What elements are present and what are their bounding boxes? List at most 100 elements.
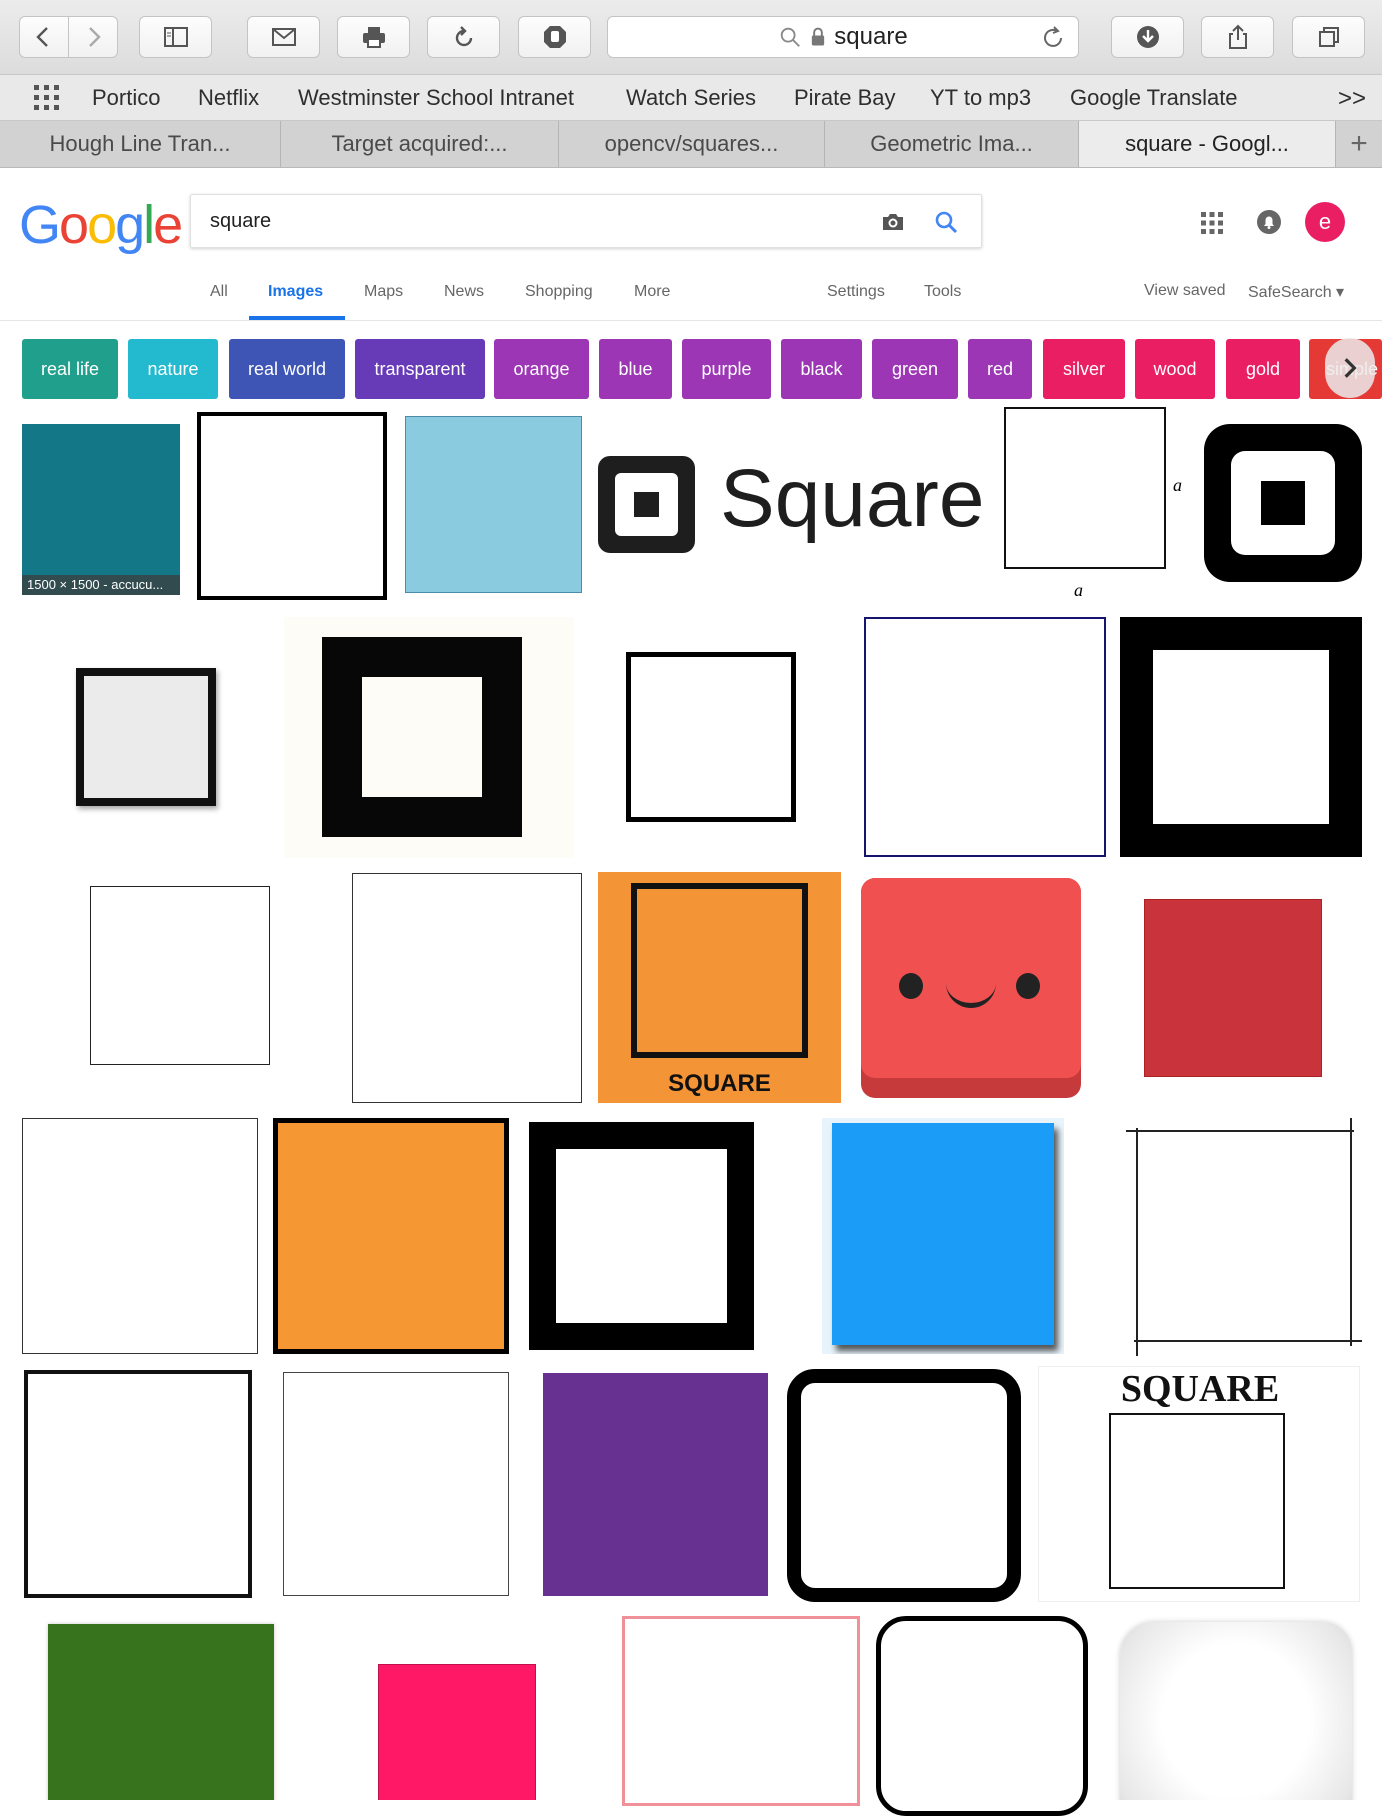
image-result[interactable] [864,617,1106,857]
bookmark-pirate-bay[interactable]: Pirate Bay [794,85,896,111]
hand-stop-icon [543,26,566,48]
image-result[interactable] [529,1122,754,1350]
tab-hough-line[interactable]: Hough Line Tran... [0,121,281,167]
bookmarks-overflow[interactable]: >> [1338,85,1366,113]
download-icon [1136,26,1159,48]
tab-geometric-image[interactable]: Geometric Ima... [825,121,1079,167]
image-result[interactable] [283,1372,509,1596]
image-result[interactable] [352,873,582,1103]
nav-settings[interactable]: Settings [827,283,885,301]
notifications-icon[interactable] [1256,209,1282,235]
chip[interactable]: silver [1043,339,1125,399]
image-result[interactable] [90,886,270,1065]
sidebar-button[interactable] [139,16,212,58]
view-saved-link[interactable]: View saved [1144,282,1226,300]
bookmark-google-translate[interactable]: Google Translate [1070,85,1238,111]
image-result[interactable] [622,1616,860,1806]
tab-opencv-squares[interactable]: opencv/squares... [559,121,825,167]
reload-history-button[interactable] [427,16,500,58]
image-result[interactable] [76,668,216,806]
reload-icon[interactable] [1040,25,1066,51]
bookmark-yt-to-mp3[interactable]: YT to mp3 [930,85,1031,111]
avatar[interactable]: e [1305,202,1345,242]
bookmark-westminster[interactable]: Westminster School Intranet [298,85,574,111]
search-icon[interactable] [933,209,959,235]
image-result[interactable]: Square [594,412,994,600]
nav-all[interactable]: All [210,283,228,301]
image-result[interactable] [320,1616,600,1800]
share-button[interactable] [1201,16,1274,58]
bookmark-netflix[interactable]: Netflix [198,85,259,111]
image-result[interactable] [822,1118,1064,1354]
tab-square-google[interactable]: square - Googl... [1079,121,1336,167]
bookmarks-bar: Portico Netflix Westminster School Intra… [0,75,1382,121]
chip-label: real world [247,358,327,379]
image-result[interactable] [876,1616,1088,1816]
tab-overview-button[interactable] [1292,16,1365,58]
forward-button[interactable] [68,16,118,58]
image-result[interactable] [1112,1616,1362,1800]
image-result[interactable] [626,652,796,822]
nav-images[interactable]: Images [268,283,323,301]
image-result[interactable]: SQUARE [1038,1366,1360,1602]
address-bar[interactable]: square [607,16,1079,58]
image-result[interactable] [26,1616,296,1800]
chip[interactable]: real world [229,339,345,399]
chip[interactable]: nature [128,339,218,399]
google-logo[interactable]: Google [19,194,183,256]
search-input[interactable]: square [210,210,271,233]
chip[interactable]: transparent [355,339,485,399]
image-result[interactable] [1144,899,1322,1077]
search-box[interactable]: square [190,194,982,248]
image-result[interactable] [1122,1116,1362,1356]
chip-label: red [986,358,1013,379]
downloads-button[interactable] [1111,16,1184,58]
pillow [1120,1622,1352,1800]
chip[interactable]: red [968,339,1032,399]
image-result[interactable] [787,1369,1021,1602]
chip[interactable]: green [872,339,958,399]
back-button[interactable] [19,16,69,58]
nav-maps[interactable]: Maps [364,283,403,301]
chip[interactable]: orange [494,339,589,399]
adblock-button[interactable] [518,16,591,58]
image-result[interactable] [1004,407,1166,569]
image-result[interactable] [861,878,1081,1098]
chip[interactable]: black [781,339,862,399]
bookmark-watch-series[interactable]: Watch Series [626,85,756,111]
printer-icon [362,27,385,48]
image-result[interactable] [1120,617,1362,857]
chip[interactable]: real life [22,339,118,399]
image-result[interactable] [1204,424,1362,582]
chip[interactable]: wood [1135,339,1215,399]
nav-more[interactable]: More [634,283,670,301]
image-result[interactable]: 1500 × 1500 - accucu... [22,424,180,595]
print-button[interactable] [337,16,410,58]
avatar-letter: e [1318,209,1332,234]
chip[interactable]: purple [682,339,771,399]
nav-shopping[interactable]: Shopping [525,283,593,301]
image-result[interactable] [24,1370,252,1598]
image-result[interactable] [284,617,574,858]
image-result[interactable] [405,416,582,593]
image-result[interactable] [197,412,387,600]
safesearch-menu[interactable]: SafeSearch ▾ [1248,282,1344,302]
chip[interactable]: blue [599,339,672,399]
camera-icon[interactable] [880,209,906,235]
nav-news[interactable]: News [444,283,484,301]
apps-grid-icon[interactable] [1200,211,1224,235]
new-tab-button[interactable]: + [1336,121,1382,167]
image-result[interactable] [22,1118,258,1354]
image-result[interactable] [543,1373,768,1596]
tab-target-acquired[interactable]: Target acquired:... [281,121,559,167]
nav-tools[interactable]: Tools [924,283,961,301]
image-result[interactable]: SQUARE [598,872,841,1103]
bookmark-portico[interactable]: Portico [92,85,160,111]
tab-bar: Hough Line Tran... Target acquired:... o… [0,121,1382,168]
chip[interactable]: gold [1226,339,1300,399]
chips-next-button[interactable] [1325,338,1375,398]
grid-icon[interactable] [32,83,62,113]
image-result[interactable] [273,1118,509,1354]
mail-button[interactable] [247,16,320,58]
lock-icon [812,27,825,46]
